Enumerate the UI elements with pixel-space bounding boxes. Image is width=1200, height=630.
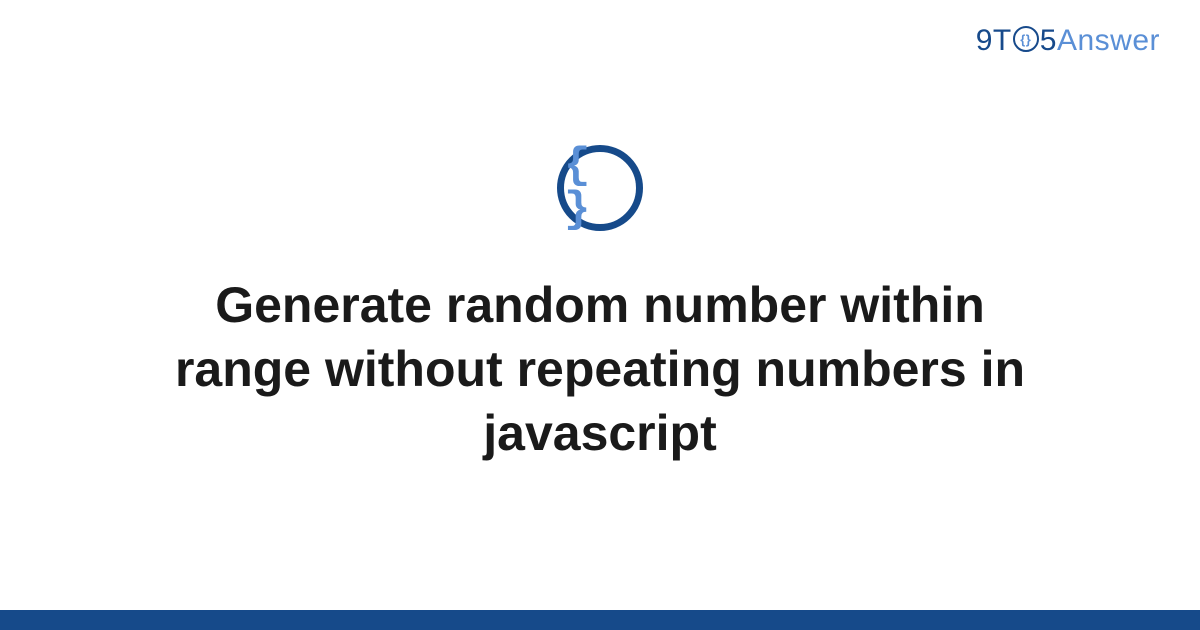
code-braces-icon: { } [564,144,636,232]
footer-accent-bar [0,610,1200,630]
category-badge: { } [557,145,643,231]
page-title: Generate random number within range with… [120,273,1080,465]
main-content: { } Generate random number within range … [0,0,1200,610]
